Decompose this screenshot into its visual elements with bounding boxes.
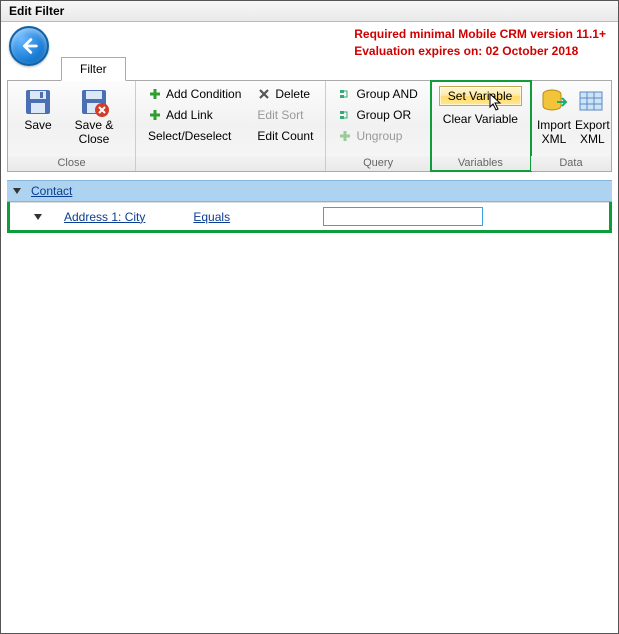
label: Clear Variable <box>443 112 518 126</box>
tab-filter[interactable]: Filter <box>61 57 126 81</box>
group-title: Query <box>326 156 429 171</box>
label: Group OR <box>356 108 411 122</box>
group-icon <box>338 87 352 101</box>
plus-icon <box>148 108 162 122</box>
condition-field[interactable]: Address 1: City <box>64 210 145 224</box>
group-title: Data <box>531 156 611 171</box>
group-title: Close <box>8 156 135 171</box>
label: Add Link <box>166 108 213 122</box>
label: Delete <box>275 87 310 101</box>
ribbon-group-close: Save Save & Close Close <box>8 81 136 171</box>
save-close-button[interactable]: Save & Close <box>64 83 124 154</box>
ribbon-group-query: Group AND Group OR Ungroup Query <box>326 81 430 171</box>
ribbon-group-edit: Add Condition Add Link Select/Deselect D… <box>136 81 326 171</box>
grid-export-icon <box>577 87 607 117</box>
x-icon <box>257 87 271 101</box>
label: Import XML <box>537 119 571 147</box>
header: Filter Required minimal Mobile CRM versi… <box>1 22 618 80</box>
group-title <box>136 156 325 171</box>
ribbon-group-variables: Set Variable Clear Variable Variables <box>431 81 531 171</box>
window-title: Edit Filter <box>1 1 618 22</box>
chevron-down-icon[interactable] <box>34 214 42 220</box>
save-label: Save <box>24 119 51 133</box>
condition-value-input[interactable] <box>323 207 483 226</box>
back-button[interactable] <box>9 26 49 66</box>
save-close-label: Save & Close <box>66 119 122 147</box>
clear-variable-button[interactable]: Clear Variable <box>439 110 522 128</box>
ribbon: Save Save & Close Close Add Condition Ad… <box>7 80 612 172</box>
condition-row[interactable]: Address 1: City Equals <box>10 202 609 230</box>
label: Group AND <box>356 87 417 101</box>
plus-icon <box>338 129 352 143</box>
floppy-icon <box>23 87 53 117</box>
label: Edit Count <box>257 129 313 143</box>
cursor-icon <box>489 93 503 111</box>
label: Ungroup <box>356 129 402 143</box>
label: Select/Deselect <box>148 129 231 143</box>
add-link-button[interactable]: Add Link <box>144 106 245 124</box>
notice-line: Required minimal Mobile CRM version 11.1… <box>354 26 606 43</box>
edit-sort-button: Edit Sort <box>253 106 317 124</box>
tabs: Filter <box>61 57 126 81</box>
plus-icon <box>148 87 162 101</box>
import-xml-button[interactable]: Import XML <box>535 83 573 154</box>
select-deselect-button[interactable]: Select/Deselect <box>144 127 245 145</box>
delete-button[interactable]: Delete <box>253 85 317 103</box>
filter-content: Contact Address 1: City Equals <box>1 172 618 241</box>
entity-name[interactable]: Contact <box>31 184 72 198</box>
db-import-icon <box>539 87 569 117</box>
ungroup-button: Ungroup <box>334 127 421 145</box>
edit-count-button[interactable]: Edit Count <box>253 127 317 145</box>
condition-area: Address 1: City Equals <box>7 202 612 233</box>
label: Edit Sort <box>257 108 303 122</box>
floppy-close-icon <box>79 87 109 117</box>
notice-line: Evaluation expires on: 02 October 2018 <box>354 43 606 60</box>
ribbon-group-data: Import XML Export XML Data <box>531 81 611 171</box>
group-or-button[interactable]: Group OR <box>334 106 421 124</box>
label: Export XML <box>575 119 610 147</box>
export-xml-button[interactable]: Export XML <box>573 83 612 154</box>
back-arrow-icon <box>18 35 40 57</box>
notice-text: Required minimal Mobile CRM version 11.1… <box>354 26 610 60</box>
entity-row[interactable]: Contact <box>7 180 612 202</box>
label: Add Condition <box>166 87 241 101</box>
group-icon <box>338 108 352 122</box>
condition-operator[interactable]: Equals <box>193 210 230 224</box>
chevron-down-icon[interactable] <box>13 188 21 194</box>
add-condition-button[interactable]: Add Condition <box>144 85 245 103</box>
save-button[interactable]: Save <box>12 83 64 154</box>
group-and-button[interactable]: Group AND <box>334 85 421 103</box>
group-title: Variables <box>431 156 530 171</box>
set-variable-button[interactable]: Set Variable <box>439 86 522 106</box>
